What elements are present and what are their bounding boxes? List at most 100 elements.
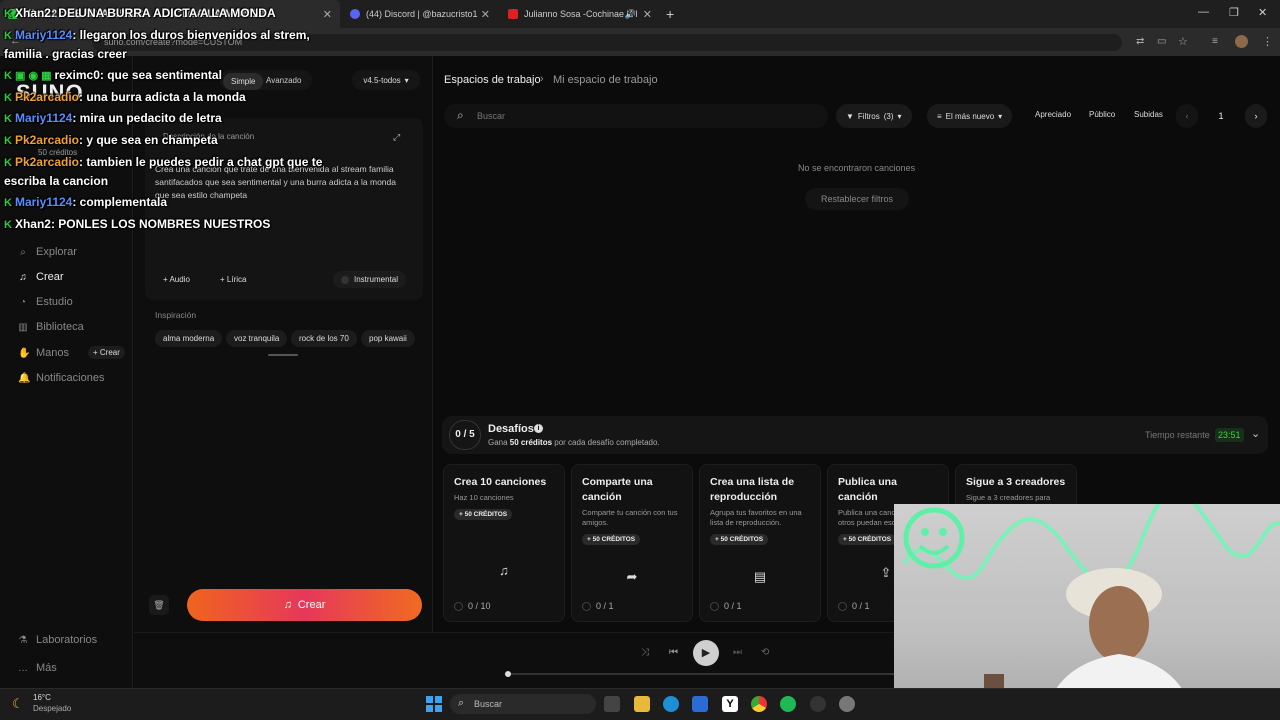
instrumental-label: Instrumental	[354, 275, 399, 284]
card-subtitle: Agrupa tus favoritos en una lista de rep…	[710, 508, 802, 528]
inspiration-chip[interactable]: alma moderna	[155, 330, 223, 347]
weather-temp[interactable]: 16°C	[33, 693, 51, 702]
credits-badge: + 50 CRÉDITOS	[454, 508, 513, 520]
challenge-card[interactable]: Comparte una canción Comparte tu canción…	[571, 464, 693, 622]
public-filter-button[interactable]: Público	[1089, 110, 1115, 119]
version-select[interactable]: v4.5-todos ▾	[352, 70, 420, 90]
card-progress: 0 / 10	[454, 601, 491, 611]
sidebar-item-laboratorios[interactable]: ⚗ Laboratorios	[18, 634, 98, 646]
create-song-button[interactable]: ♫ Crear	[187, 589, 422, 621]
inspiration-chip[interactable]: rock de los 70	[291, 330, 357, 347]
sidebar-item-estudio[interactable]: ◔ Estudio	[18, 296, 73, 308]
music-note-icon: ♫	[499, 563, 509, 578]
play-button[interactable]: ▶	[693, 640, 719, 666]
chrome-icon[interactable]	[751, 696, 767, 712]
bookmark-star-icon[interactable]: ☆	[1178, 35, 1188, 48]
taskbar-search[interactable]	[450, 694, 596, 714]
task-view-icon[interactable]	[604, 696, 620, 712]
instrumental-toggle[interactable]: Instrumental	[333, 271, 407, 288]
progress-ring	[454, 601, 463, 611]
audio-button[interactable]: + Audio	[155, 271, 198, 288]
share-icon: ➦	[626, 569, 638, 584]
minimize-button[interactable]: —	[1198, 6, 1209, 18]
breadcrumb-root[interactable]: Espacios de trabajo	[444, 74, 541, 86]
tab-discord[interactable]: (44) Discord | @bazucristo1 ✕	[342, 0, 498, 28]
new-tab-button[interactable]: +	[666, 6, 674, 22]
playlist-icon[interactable]: ≡	[1212, 36, 1218, 47]
translate-icon[interactable]: ⇄	[1136, 36, 1144, 47]
twitch-badge-icon: K	[4, 219, 12, 231]
close-window-button[interactable]: ✕	[1258, 6, 1267, 19]
edge-icon[interactable]	[663, 696, 679, 712]
lyrics-button[interactable]: + Lírica	[212, 271, 254, 288]
weather-desc[interactable]: Despejado	[33, 704, 71, 713]
progress-track[interactable]	[507, 673, 895, 675]
yandex-icon[interactable]: Y	[722, 696, 738, 712]
spotify-icon[interactable]	[780, 696, 796, 712]
twitch-badge-icon: K	[4, 197, 12, 209]
chat-username: Mariy1124	[14, 111, 73, 125]
challenge-card[interactable]: Crea una lista de reproducción Agrupa tu…	[699, 464, 821, 622]
profile-avatar[interactable]	[1235, 35, 1248, 48]
previous-icon[interactable]: ⏮	[669, 647, 678, 658]
card-title: Sigue a 3 creadores	[966, 476, 1066, 488]
sort-icon: ≡	[937, 111, 942, 121]
mode-simple-button[interactable]: Simple	[223, 73, 264, 90]
expand-icon[interactable]: ⤢	[393, 132, 400, 143]
chat-message: K Mariy1124: llegaron los duros bienvenid…	[4, 28, 310, 42]
card-title: Crea 10 canciones	[454, 476, 547, 488]
sidebar-item-label: Crear	[36, 271, 64, 283]
manos-crear-button[interactable]: + Crear	[88, 346, 125, 359]
next-icon[interactable]: ⏭	[733, 647, 742, 658]
settings-gear-icon[interactable]	[839, 696, 855, 712]
card-subtitle: Sigue a 3 creadores para	[966, 493, 1051, 503]
twitch-badge-icon: K	[4, 92, 12, 104]
filters-button[interactable]: ▼ Filtros (3) ▾	[836, 104, 912, 128]
sidebar-item-biblioteca[interactable]: ▥ Biblioteca	[18, 321, 83, 333]
chat-message: K Xhan2: PONLES LOS NOMBRES NUESTROS	[4, 217, 270, 231]
tab-youtube[interactable]: Julianno Sosa -Cochinae X I 🔊 ✕	[500, 0, 660, 28]
chat-username: Mariy1124	[14, 28, 73, 42]
shuffle-icon[interactable]: ⤨	[641, 647, 649, 658]
inspiration-chip[interactable]: pop kawaii	[361, 330, 415, 347]
sidebar-item-notificaciones[interactable]: 🔔 Notificaciones	[18, 372, 104, 384]
sidebar-item-mas[interactable]: … Más	[18, 662, 57, 674]
chevron-down-icon[interactable]: ⌄	[1251, 427, 1260, 440]
bell-icon: 🔔	[18, 372, 31, 384]
card-progress: 0 / 1	[838, 601, 870, 611]
speaker-icon[interactable]: 🔊	[625, 9, 636, 20]
menu-kebab-icon[interactable]: ⋮	[1262, 35, 1273, 48]
sidebar-item-manos[interactable]: ✋ Manos	[18, 347, 69, 359]
obs-icon[interactable]	[810, 696, 826, 712]
tab-title: Julianno Sosa -Cochinae X I	[524, 9, 638, 19]
liked-filter-button[interactable]: Apreciado	[1035, 110, 1071, 119]
mode-avanzado-button[interactable]: Avanzado	[266, 76, 301, 85]
close-tab-icon[interactable]: ✕	[323, 8, 332, 21]
trash-icon[interactable]: 🗑	[149, 595, 169, 615]
maximize-button[interactable]: ❐	[1229, 6, 1239, 19]
prev-page-button[interactable]: ‹	[1176, 104, 1198, 128]
close-tab-icon[interactable]: ✕	[481, 8, 490, 21]
sidebar-item-explorar[interactable]: ⌕ Explorar	[18, 246, 77, 258]
store-icon[interactable]	[692, 696, 708, 712]
chat-message: K ▣ ◉ ▦ reximc0: que sea sentimental	[4, 68, 222, 82]
sidebar-item-crear[interactable]: ♫ Crear	[18, 271, 64, 283]
chat-message: K Pk2arcadio: una burra adicta a la monda	[4, 90, 246, 104]
sort-button[interactable]: ≡ El más nuevo ▾	[927, 104, 1013, 128]
info-icon[interactable]: i	[534, 424, 543, 433]
inspiration-chip[interactable]: voz tranquila	[226, 330, 288, 347]
next-page-button[interactable]: ›	[1245, 104, 1267, 128]
windows-start-icon[interactable]	[426, 696, 442, 712]
challenge-card[interactable]: Crea 10 canciones Haz 10 canciones + 50 …	[443, 464, 565, 622]
cast-icon[interactable]: ▭	[1157, 36, 1166, 47]
close-tab-icon[interactable]: ✕	[643, 8, 652, 21]
repeat-icon[interactable]: ⟲	[761, 647, 769, 658]
file-explorer-icon[interactable]	[634, 696, 650, 712]
card-progress: 0 / 1	[710, 601, 742, 611]
uploads-filter-button[interactable]: Subidas	[1134, 110, 1163, 119]
chat-username: Mariy1124	[14, 195, 73, 209]
progress-handle[interactable]	[505, 671, 511, 677]
chat-username: reximc0	[54, 68, 100, 82]
reset-filters-button[interactable]: Restablecer filtros	[805, 188, 909, 210]
filters-label: Filtros	[857, 111, 880, 121]
